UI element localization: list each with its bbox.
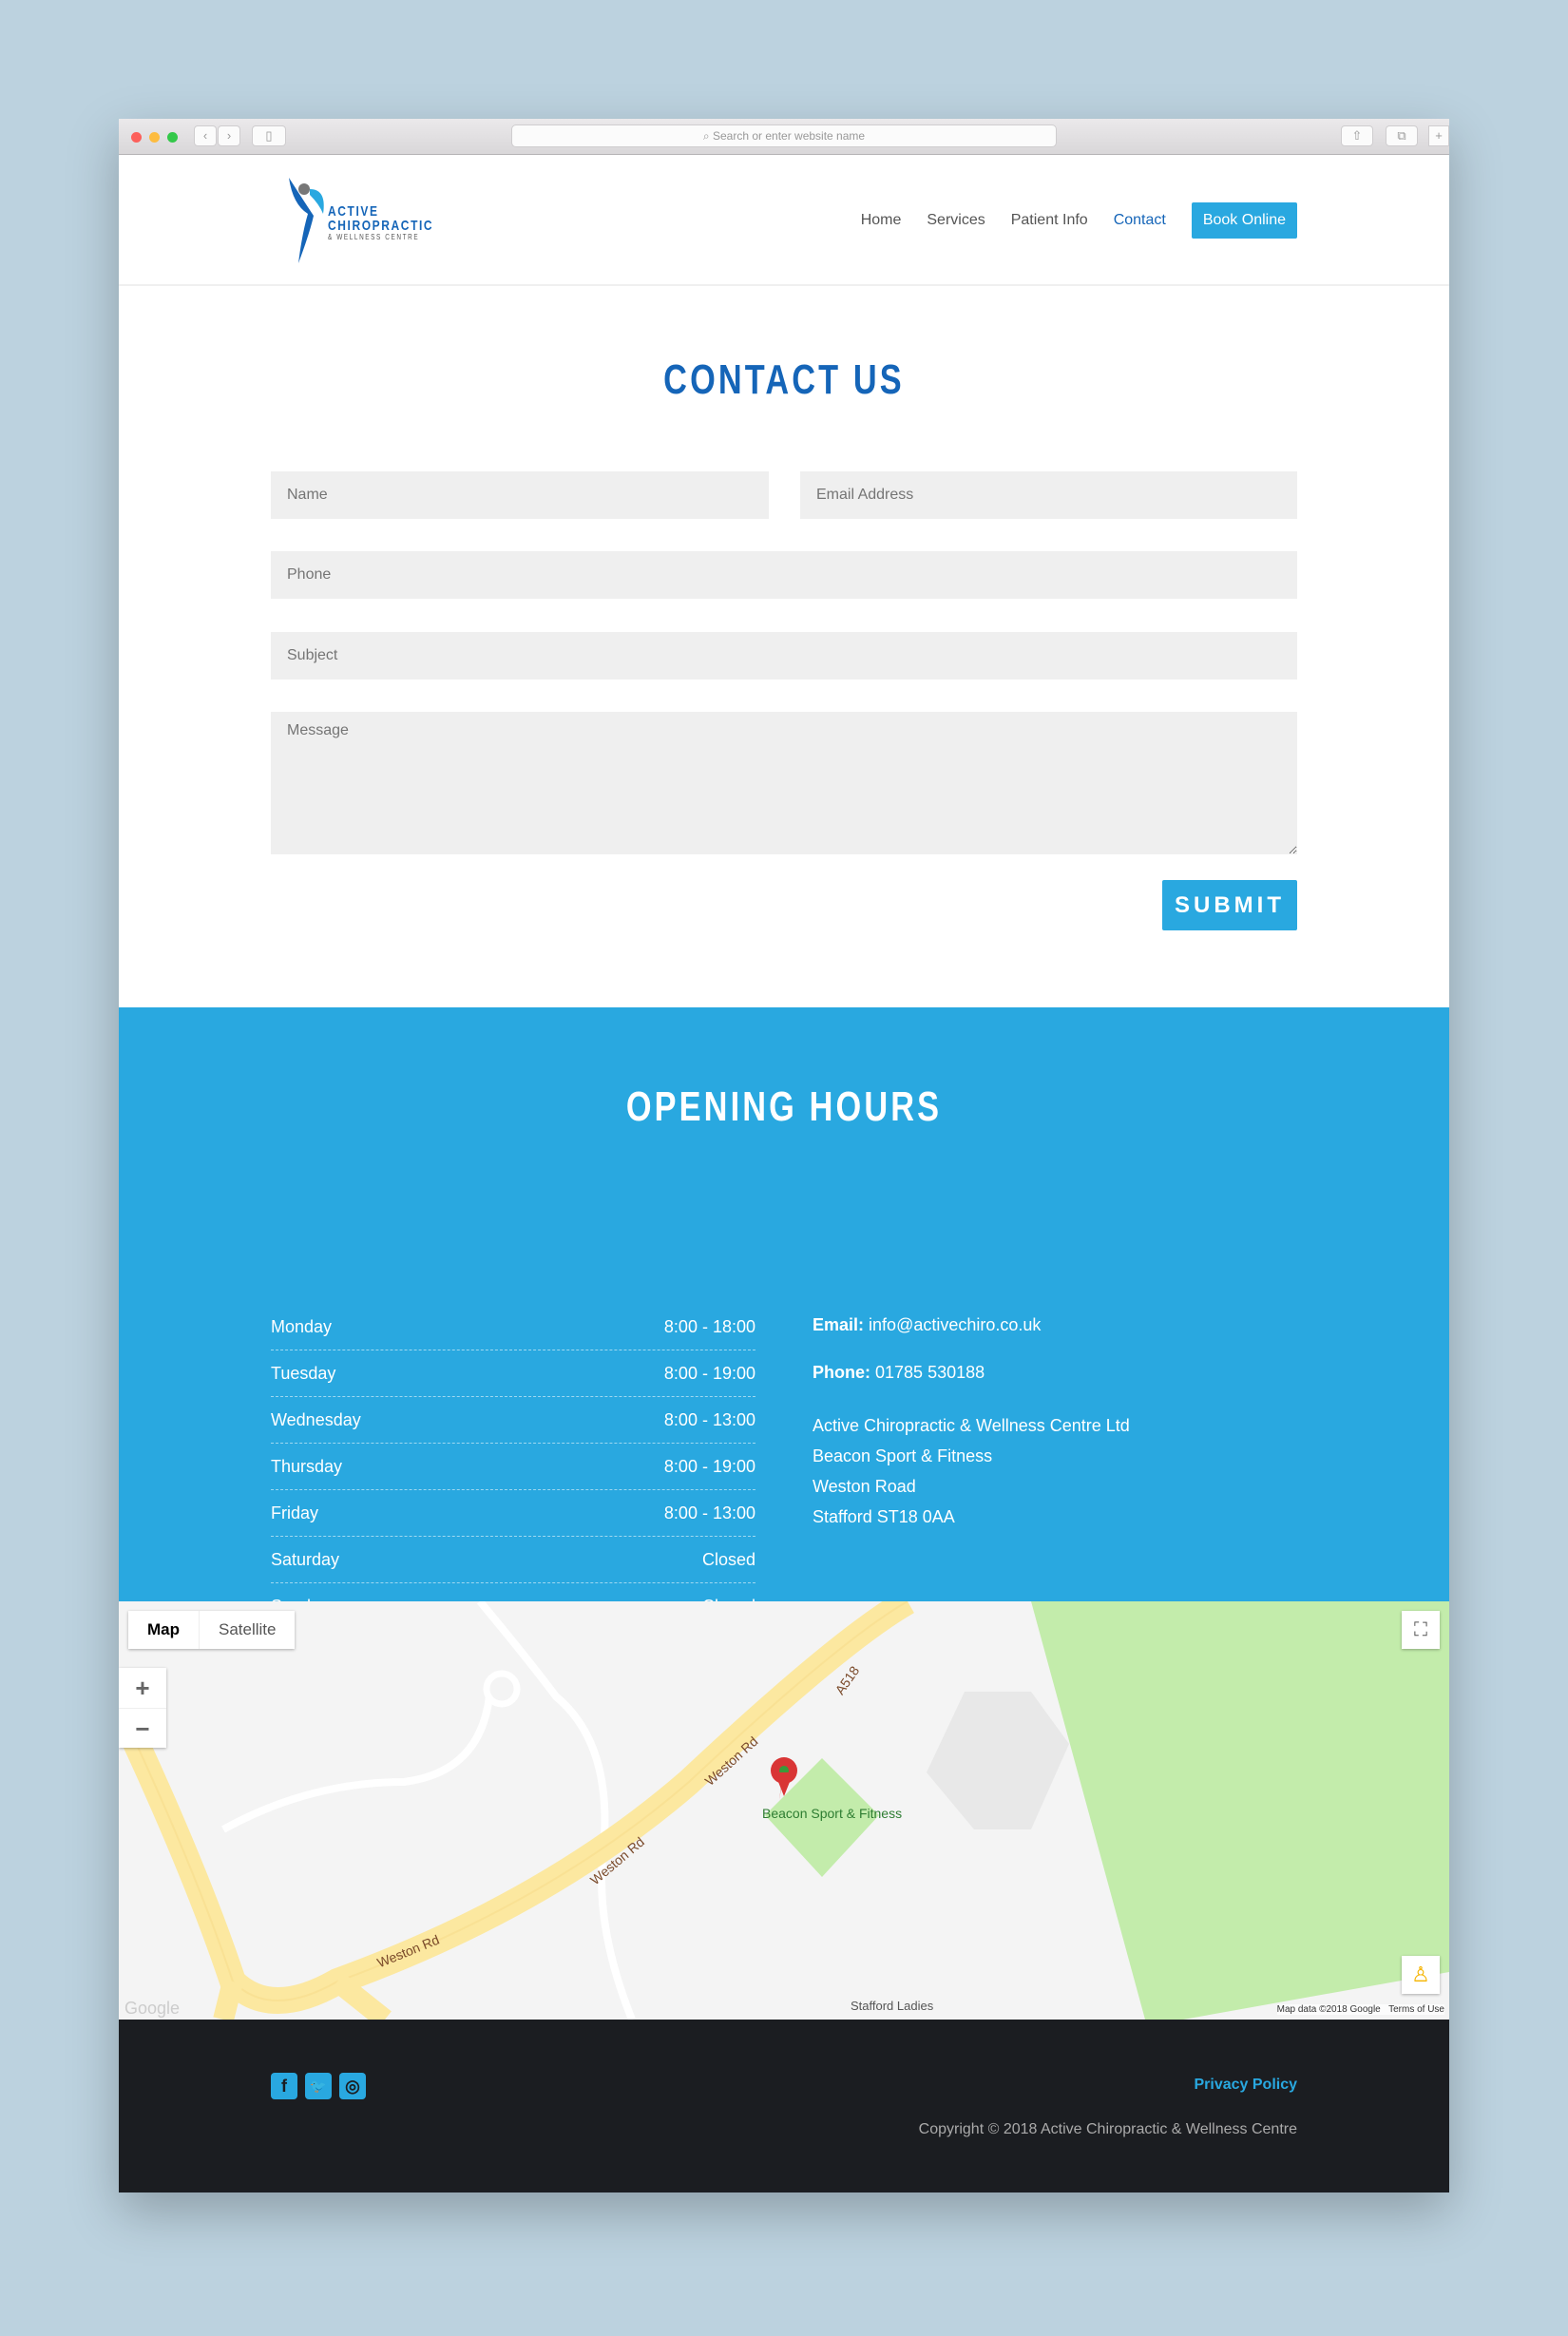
fullscreen-icon[interactable]: ⛶ — [1402, 1611, 1440, 1649]
hours-row: Friday 8:00 - 13:00 — [271, 1490, 755, 1537]
contact-title: CONTACT US — [663, 356, 905, 403]
day: Tuesday — [271, 1363, 336, 1383]
address-placeholder: Search or enter website name — [712, 129, 866, 143]
minimize-window-button[interactable] — [149, 132, 160, 143]
opening-hours-section: OPENING HOURS Monday 8:00 - 18:00 Tuesday 8… — [119, 1007, 1449, 1616]
email-info: Email: info@activechiro.co.uk — [813, 1315, 1041, 1335]
submit-button[interactable]: SUBMIT — [1162, 880, 1297, 930]
address-bar[interactable]: ⌕ Search or enter website name — [511, 124, 1057, 147]
address-line: Active Chiropractic & Wellness Centre Lt… — [813, 1416, 1130, 1435]
search-icon: ⌕ — [702, 129, 713, 143]
sidebar-icon[interactable]: ▯ — [252, 125, 286, 146]
subject-input[interactable] — [271, 632, 1297, 680]
instagram-icon[interactable]: ◎ — [339, 2073, 366, 2099]
map-type-control: Map Satellite — [128, 1611, 296, 1649]
copyright: Copyright © 2018 Active Chiropractic & W… — [918, 2121, 1297, 2137]
address-line: Weston Road — [813, 1477, 916, 1496]
google-logo: Google — [124, 1999, 181, 2018]
poi-label[interactable]: Stafford Ladies — [851, 1999, 933, 2013]
logo-text: ACTIVE — [328, 203, 379, 220]
hours-row: Wednesday 8:00 - 13:00 — [271, 1397, 755, 1444]
phone-label: Phone: — [813, 1363, 870, 1382]
message-textarea[interactable] — [271, 712, 1297, 854]
nav-home[interactable]: Home — [861, 212, 902, 229]
name-input[interactable] — [271, 471, 769, 519]
book-online-button[interactable]: Book Online — [1191, 202, 1297, 239]
back-icon[interactable]: ‹ — [194, 125, 217, 146]
zoom-control: + − — [119, 1668, 166, 1748]
time: 8:00 - 13:00 — [663, 1409, 755, 1429]
browser-window: ‹ › ▯ ⌕ Search or enter website name ⇧ ⧉… — [119, 119, 1449, 2192]
site-header: ACTIVE CHIROPRACTIC & WELLNESS CENTRE Ho… — [119, 155, 1449, 286]
attribution-text: Map data ©2018 Google — [1276, 2004, 1381, 2015]
share-icon[interactable]: ⇧ — [1341, 125, 1373, 146]
time: Closed — [701, 1549, 755, 1569]
privacy-policy-link[interactable]: Privacy Policy — [1194, 2077, 1297, 2094]
map-tab[interactable]: Map — [128, 1611, 199, 1649]
tabs-icon[interactable]: ⧉ — [1386, 125, 1418, 146]
satellite-tab[interactable]: Satellite — [199, 1611, 295, 1649]
email-label: Email: — [813, 1315, 865, 1334]
map-attribution: Map data ©2018 Google Terms of Use — [1276, 2004, 1444, 2015]
logo-tagline: & WELLNESS CENTRE — [328, 233, 420, 241]
time: 8:00 - 18:00 — [663, 1316, 755, 1336]
day: Saturday — [271, 1549, 340, 1569]
forward-icon[interactable]: › — [218, 125, 240, 146]
day: Thursday — [271, 1456, 343, 1476]
hours-row: Monday 8:00 - 18:00 — [271, 1304, 755, 1350]
facebook-icon[interactable]: f — [271, 2073, 297, 2099]
address: Active Chiropractic & Wellness Centre Lt… — [813, 1410, 1130, 1532]
time: 8:00 - 13:00 — [663, 1503, 755, 1522]
maximize-window-button[interactable] — [167, 132, 178, 143]
logo-text: CHIROPRACTIC — [328, 218, 434, 234]
day: Monday — [271, 1316, 333, 1336]
twitter-icon[interactable]: 🐦 — [305, 2073, 332, 2099]
time: 8:00 - 19:00 — [663, 1456, 755, 1476]
hours-row: Tuesday 8:00 - 19:00 — [271, 1350, 755, 1397]
new-tab-button[interactable]: + — [1428, 125, 1449, 146]
time: 8:00 - 19:00 — [663, 1363, 755, 1383]
zoom-in-button[interactable]: + — [119, 1668, 166, 1708]
site-footer: f 🐦 ◎ Privacy Policy Copyright © 2018 Ac… — [119, 2020, 1449, 2192]
phone-info: Phone: 01785 530188 — [813, 1363, 985, 1383]
nav-contact[interactable]: Contact — [1114, 212, 1166, 229]
logo[interactable]: ACTIVE CHIROPRACTIC & WELLNESS CENTRE — [285, 176, 456, 263]
main-nav: Home Services Patient Info Contact Book … — [861, 202, 1297, 239]
street-view-icon[interactable]: ♙ — [1402, 1956, 1440, 1994]
terms-link[interactable]: Terms of Use — [1388, 2004, 1444, 2015]
nav-services[interactable]: Services — [927, 212, 985, 229]
address-line: Beacon Sport & Fitness — [813, 1446, 993, 1465]
close-window-button[interactable] — [131, 132, 142, 143]
day: Wednesday — [271, 1409, 361, 1429]
browser-toolbar: ‹ › ▯ ⌕ Search or enter website name ⇧ ⧉… — [119, 119, 1449, 155]
phone-number[interactable]: 01785 530188 — [875, 1363, 985, 1382]
phone-input[interactable] — [271, 551, 1297, 599]
opening-hours-title: OPENING HOURS — [625, 1083, 943, 1130]
email-input[interactable] — [800, 471, 1297, 519]
place-label[interactable]: Beacon Sport & Fitness — [762, 1806, 902, 1821]
day: Friday — [271, 1503, 319, 1522]
map[interactable]: Weston Rd Weston Rd Weston Rd A518 Beaco… — [119, 1601, 1449, 2020]
email-link[interactable]: info@activechiro.co.uk — [869, 1315, 1041, 1334]
zoom-out-button[interactable]: − — [119, 1708, 166, 1748]
hours-row: Thursday 8:00 - 19:00 — [271, 1444, 755, 1490]
hours-row: Saturday Closed — [271, 1537, 755, 1583]
nav-patient-info[interactable]: Patient Info — [1011, 212, 1088, 229]
address-line: Stafford ST18 0AA — [813, 1507, 955, 1526]
